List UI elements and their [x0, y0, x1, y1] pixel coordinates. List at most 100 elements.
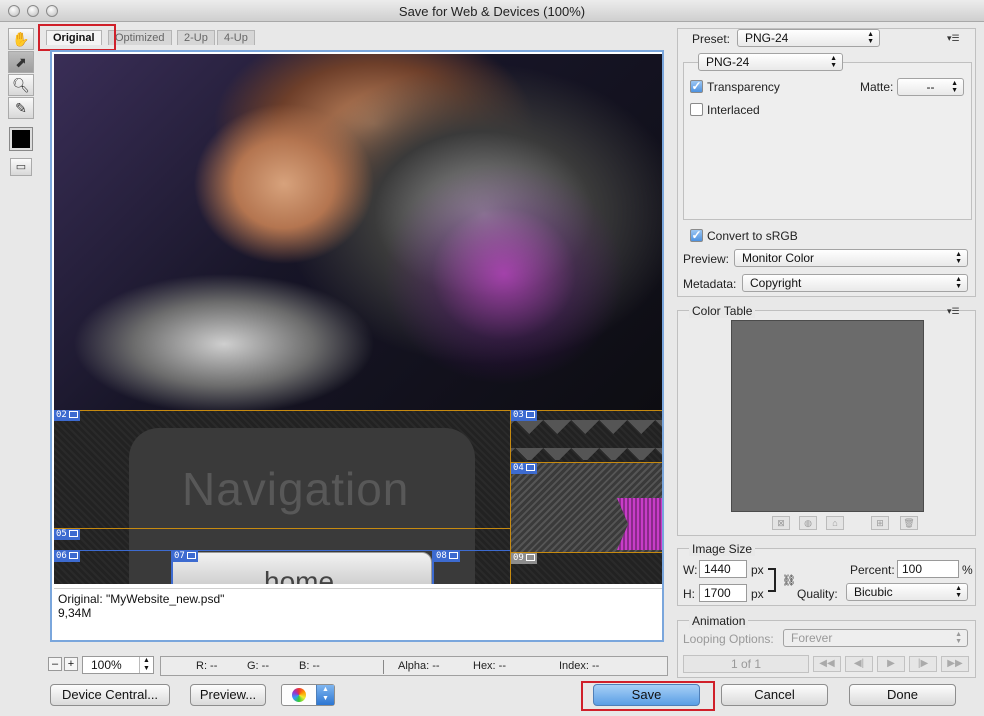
stepper-arrows-icon: ▲ ▼ — [955, 631, 962, 645]
device-central-button[interactable]: Device Central... — [50, 684, 170, 706]
slice-number: 05 — [56, 529, 67, 539]
eyedropper-icon[interactable]: ✎ — [8, 97, 34, 119]
constrain-bracket — [768, 568, 776, 592]
looping-options-select[interactable]: Forever ▲ ▼ — [783, 629, 968, 647]
metadata-select[interactable]: Copyright ▲ ▼ — [742, 274, 968, 292]
hex-readout: Hex: -- — [473, 660, 506, 672]
slice-tag[interactable]: 02 — [54, 410, 80, 421]
width-input[interactable]: 1440 — [699, 560, 747, 578]
divider — [383, 660, 384, 674]
color-table-swatches[interactable] — [731, 320, 924, 512]
tab-optimized[interactable]: Optimized — [108, 30, 172, 45]
index-readout: Index: -- — [559, 660, 600, 672]
play-icon[interactable]: ▶ — [877, 656, 905, 672]
image-slice-icon — [68, 530, 78, 537]
preset-select[interactable]: PNG-24 ▲ ▼ — [737, 29, 880, 47]
tab-2-up[interactable]: 2-Up — [177, 30, 215, 45]
previous-frame-icon[interactable]: ◀| — [845, 656, 873, 672]
color-table-menu-icon[interactable]: ▾☰ — [947, 306, 960, 317]
matte-value: -- — [926, 80, 935, 94]
home-text: home — [264, 566, 335, 584]
preset-label: Preset: — [692, 32, 731, 46]
next-frame-icon[interactable]: |▶ — [909, 656, 937, 672]
percent-label: Percent: — [850, 563, 895, 577]
lock-color-icon[interactable]: ⌂ — [826, 516, 844, 530]
window-title: Save for Web & Devices (100%) — [398, 4, 586, 19]
map-transparent-icon[interactable]: ⊠ — [772, 516, 790, 530]
zoom-in-button[interactable]: + — [64, 657, 78, 671]
image-slice-icon — [525, 554, 535, 561]
quality-label: Quality: — [797, 587, 838, 601]
zoom-out-button[interactable]: – — [48, 657, 62, 671]
slice-tag[interactable]: 09 — [511, 553, 537, 564]
percent-input[interactable]: 100 — [897, 560, 959, 578]
slice-tag[interactable]: 05 — [54, 529, 80, 540]
stepper-arrows-icon: ▲ ▼ — [830, 55, 837, 69]
slice-number: 07 — [174, 551, 185, 561]
eyedropper-color-swatch[interactable] — [9, 127, 33, 151]
zoom-level-select[interactable]: 100% ▲ ▼ — [82, 656, 154, 674]
slice-number: 06 — [56, 551, 67, 561]
slice-tag[interactable]: 04 — [511, 463, 537, 474]
tab-highlight-box — [38, 24, 116, 51]
metadata-label: Metadata: — [683, 277, 737, 291]
slice-number: 03 — [513, 410, 524, 420]
link-chain-icon[interactable]: ⛓ — [782, 574, 796, 587]
image-size-title: Image Size — [689, 542, 756, 556]
preview-color-value: Monitor Color — [742, 251, 815, 265]
format-value: PNG-24 — [706, 55, 750, 69]
original-file-info: Original: "MyWebsite_new.psd" — [58, 592, 225, 606]
hand-icon[interactable]: ✋ — [8, 28, 34, 50]
preset-value: PNG-24 — [745, 31, 789, 45]
preview-color-select[interactable]: Monitor Color ▲ ▼ — [734, 249, 968, 267]
stepper-arrows-icon: ▲ ▼ — [139, 657, 153, 673]
percent-unit: % — [962, 563, 973, 577]
convert-srgb-checkbox[interactable]: ✓ — [690, 229, 703, 242]
browser-icon — [292, 688, 306, 702]
quality-value: Bicubic — [854, 585, 893, 599]
matte-select[interactable]: -- ▲ ▼ — [897, 78, 964, 96]
stepper-arrows-icon: ▲ ▼ — [955, 251, 962, 265]
convert-srgb-label: Convert to sRGB — [707, 229, 798, 243]
delete-color-icon[interactable]: 🗑︎ — [900, 516, 918, 530]
slice-tag[interactable]: 08 — [434, 551, 460, 562]
stepper-arrows-icon: ▲ ▼ — [951, 80, 958, 94]
preview-image[interactable] — [54, 54, 662, 410]
interlaced-checkbox[interactable] — [690, 103, 703, 116]
zigzag-graphic — [511, 420, 662, 460]
slice-number: 08 — [436, 551, 447, 561]
cancel-button[interactable]: Cancel — [721, 684, 828, 706]
slice-select-icon[interactable]: ⬈ — [8, 51, 34, 73]
toolbox: ✋ ⬈ 🔍︎ ✎ ▭ — [6, 28, 36, 188]
red-readout: R: -- — [196, 660, 218, 672]
slice-tag[interactable]: 07 — [172, 551, 198, 562]
alpha-readout: Alpha: -- — [398, 660, 440, 672]
preview-in-browser-button[interactable]: Preview... — [190, 684, 266, 706]
toggle-slices-visibility-icon[interactable]: ▭ — [10, 158, 32, 176]
last-frame-icon[interactable]: ▶▶ — [941, 656, 969, 672]
web-shift-icon[interactable]: ◍ — [799, 516, 817, 530]
save-highlight-box — [581, 681, 715, 711]
slice-tag[interactable]: 03 — [511, 410, 537, 421]
slice-number: 02 — [56, 410, 67, 420]
slice-tag[interactable]: 06 — [54, 551, 80, 562]
image-slice-icon — [68, 411, 78, 418]
height-input[interactable]: 1700 — [699, 584, 747, 602]
tab-4-up[interactable]: 4-Up — [217, 30, 255, 45]
preview-slices-area[interactable]: Navigation home 02 03 04 05 06 07 08 09 — [54, 410, 662, 584]
color-table-title: Color Table — [689, 304, 756, 318]
stepper-arrows-icon: ▲ ▼ — [867, 31, 874, 45]
zoom-icon[interactable]: 🔍︎ — [8, 74, 34, 96]
new-color-icon[interactable]: ⊞ — [871, 516, 889, 530]
transparency-checkbox[interactable]: ✓ — [690, 80, 703, 93]
height-unit: px — [751, 587, 764, 601]
done-button[interactable]: Done — [849, 684, 956, 706]
settings-menu-icon[interactable]: ▾☰ — [947, 33, 960, 44]
first-frame-icon[interactable]: ◀◀ — [813, 656, 841, 672]
browser-select-button[interactable]: ▲ ▼ — [281, 684, 335, 706]
preview-info-box: Original: "MyWebsite_new.psd" 9,34M — [54, 588, 662, 638]
format-select[interactable]: PNG-24 ▲ ▼ — [698, 53, 843, 71]
matte-label: Matte: — [860, 80, 894, 94]
frame-counter: 1 of 1 — [683, 655, 809, 673]
quality-select[interactable]: Bicubic ▲ ▼ — [846, 583, 968, 601]
